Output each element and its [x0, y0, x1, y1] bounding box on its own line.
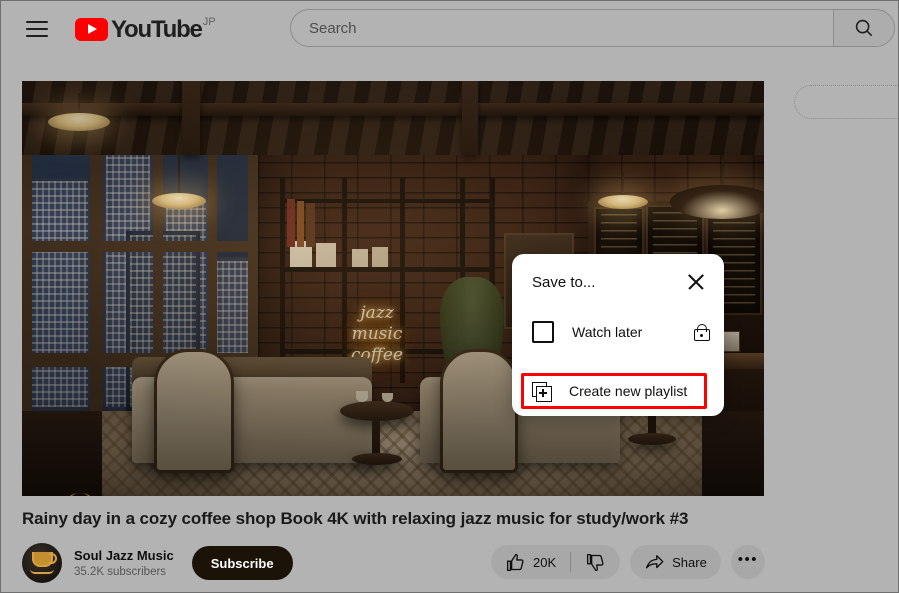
dialog-header: Save to... — [512, 254, 724, 294]
subscriber-count: 35.2K subscribers — [74, 565, 167, 578]
share-button[interactable]: Share — [630, 545, 721, 579]
thumbs-down-icon — [587, 553, 604, 571]
create-new-playlist-button[interactable]: Create new playlist — [521, 373, 707, 409]
coffee-cup-avatar-icon[interactable] — [22, 543, 62, 583]
search-submit-button[interactable] — [833, 9, 895, 47]
subscribe-button[interactable]: Subscribe — [191, 546, 293, 580]
lock-icon — [694, 323, 710, 341]
youtube-logo[interactable]: YouTube JP — [75, 15, 216, 44]
youtube-country-code: JP — [202, 15, 216, 28]
like-count: 20K — [533, 554, 557, 570]
dialog-title: Save to... — [532, 273, 596, 291]
youtube-play-icon — [75, 17, 108, 41]
search-box[interactable] — [290, 9, 833, 47]
create-new-playlist-label: Create new playlist — [569, 383, 688, 399]
share-label: Share — [672, 554, 707, 570]
add-playlist-icon — [532, 382, 552, 402]
browser-viewport: YouTube JP Search jazz music coffee Save… — [0, 0, 899, 593]
video-owner-row: Soul Jazz Music 35.2K subscribers Subscr… — [22, 543, 293, 583]
armchair-left — [154, 349, 234, 473]
video-actions-row: 20K Share ••• — [491, 545, 765, 579]
dislike-button[interactable] — [571, 545, 620, 579]
search-area — [290, 9, 895, 47]
playlist-item-label: Watch later — [572, 324, 643, 340]
search-icon — [855, 19, 873, 37]
like-dislike-group: 20K — [491, 545, 621, 579]
channel-name[interactable]: Soul Jazz Music — [74, 547, 174, 564]
like-button[interactable]: 20K — [491, 545, 570, 579]
video-title: Rainy day in a cozy coffee shop Book 4K … — [22, 509, 689, 528]
search-input[interactable] — [307, 18, 811, 38]
save-to-dialog: Save to... Watch later Create new playli… — [512, 254, 724, 416]
secondary-panel-chip[interactable] — [794, 85, 898, 119]
playlist-item-watch-later[interactable]: Watch later — [512, 312, 724, 352]
youtube-wordmark: YouTube — [111, 15, 203, 43]
more-horizontal-icon: ••• — [737, 550, 758, 568]
checkbox-unchecked-icon[interactable] — [532, 321, 554, 343]
share-icon — [646, 554, 664, 568]
armchair-right — [440, 349, 518, 473]
guide-menu-button[interactable] — [17, 9, 57, 49]
hamburger-menu-icon — [26, 21, 48, 37]
wood-ceiling — [22, 81, 764, 155]
thumbs-up-icon — [506, 553, 524, 571]
channel-meta: Soul Jazz Music 35.2K subscribers — [74, 547, 174, 580]
more-actions-button[interactable]: ••• — [730, 545, 765, 579]
close-icon[interactable] — [684, 270, 708, 294]
